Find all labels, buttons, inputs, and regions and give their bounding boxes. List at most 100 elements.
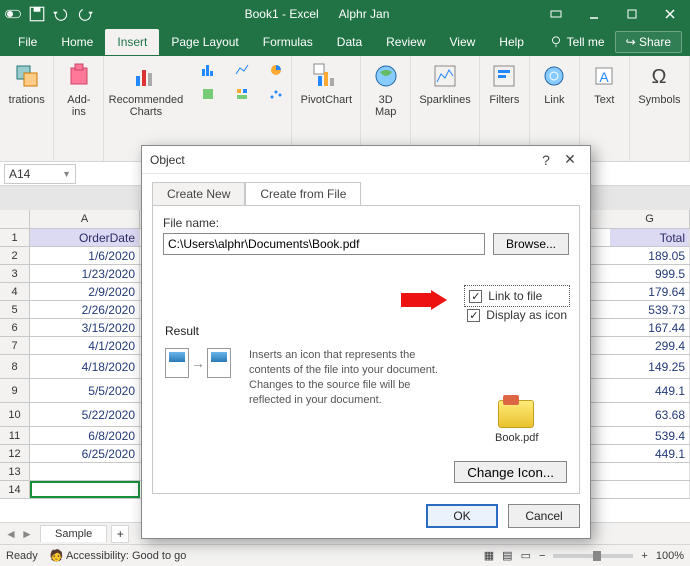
cell[interactable]: 3/15/2020 [30, 319, 140, 336]
zoom-out-icon[interactable]: − [539, 550, 545, 562]
row-header[interactable]: 3 [0, 265, 30, 282]
chart-type-map-icon[interactable] [193, 84, 223, 104]
view-page-layout-icon[interactable]: ▤ [502, 549, 512, 562]
ribbon-display-icon[interactable] [540, 2, 572, 26]
cell[interactable]: Total [610, 229, 690, 246]
ribbon-pivotchart[interactable]: PivotChart [297, 60, 356, 108]
dialog-tab-create-from-file[interactable]: Create from File [245, 182, 361, 205]
chart-type-scatter-icon[interactable] [261, 84, 291, 104]
view-page-break-icon[interactable]: ▭ [521, 549, 531, 562]
tab-view[interactable]: View [438, 29, 488, 55]
chart-type-pie-icon[interactable] [261, 60, 291, 80]
ribbon-sparklines[interactable]: Sparklines [415, 60, 474, 108]
name-box[interactable]: A14 ▼ [4, 164, 76, 184]
cell[interactable]: 6/25/2020 [30, 445, 140, 462]
add-sheet-icon[interactable]: + [111, 525, 129, 543]
view-normal-icon[interactable]: ▦ [484, 549, 494, 562]
cell[interactable]: 149.25 [610, 355, 690, 378]
cell[interactable] [30, 463, 140, 480]
row-header[interactable]: 6 [0, 319, 30, 336]
ribbon-illustrations[interactable]: trations [5, 60, 49, 108]
row-header[interactable]: 13 [0, 463, 30, 480]
tab-nav-prev-icon[interactable]: ◄ [4, 527, 18, 541]
tab-file[interactable]: File [6, 29, 49, 55]
cell[interactable]: 5/5/2020 [30, 379, 140, 402]
cell[interactable]: 539.73 [610, 301, 690, 318]
ribbon-recommended-charts[interactable]: Recommended Charts [105, 60, 188, 120]
zoom-slider[interactable] [553, 554, 633, 558]
tab-review[interactable]: Review [374, 29, 437, 55]
display-as-icon-checkbox[interactable]: ✓ Display as icon [467, 308, 567, 322]
zoom-in-icon[interactable]: + [641, 550, 647, 562]
sheet-tab[interactable]: Sample [40, 525, 107, 542]
cell[interactable]: 167.44 [610, 319, 690, 336]
tab-data[interactable]: Data [325, 29, 374, 55]
cell[interactable]: 4/1/2020 [30, 337, 140, 354]
col-header-g[interactable]: G [610, 210, 690, 228]
share-button[interactable]: ↪ Share [615, 31, 682, 53]
row-header[interactable]: 4 [0, 283, 30, 300]
change-icon-button[interactable]: Change Icon... [454, 461, 567, 483]
row-header[interactable]: 5 [0, 301, 30, 318]
cell[interactable]: 5/22/2020 [30, 403, 140, 426]
cell[interactable]: 63.68 [610, 403, 690, 426]
row-header[interactable]: 8 [0, 355, 30, 378]
ribbon-symbols[interactable]: Ω Symbols [634, 60, 684, 108]
minimize-icon[interactable] [578, 2, 610, 26]
cell[interactable]: 299.4 [610, 337, 690, 354]
row-header[interactable]: 14 [0, 481, 30, 498]
undo-icon[interactable] [52, 5, 70, 23]
ribbon-text[interactable]: A Text [586, 60, 622, 108]
cell[interactable]: 179.64 [610, 283, 690, 300]
cell[interactable]: 2/9/2020 [30, 283, 140, 300]
browse-button[interactable]: Browse... [493, 233, 569, 255]
filename-input[interactable] [163, 233, 485, 255]
row-header[interactable]: 1 [0, 229, 30, 246]
ribbon-3d-map[interactable]: 3D Map [368, 60, 404, 120]
tab-help[interactable]: Help [487, 29, 536, 55]
select-all-corner[interactable] [0, 210, 30, 228]
row-header[interactable]: 9 [0, 379, 30, 402]
maximize-icon[interactable] [616, 2, 648, 26]
chart-type-column-icon[interactable] [193, 60, 223, 80]
dialog-tab-create-new[interactable]: Create New [152, 182, 245, 205]
dialog-help-icon[interactable]: ? [534, 148, 558, 172]
tab-page-layout[interactable]: Page Layout [159, 29, 250, 55]
cell[interactable]: 999.5 [610, 265, 690, 282]
cell[interactable]: 449.1 [610, 379, 690, 402]
row-header[interactable]: 12 [0, 445, 30, 462]
tab-nav-next-icon[interactable]: ► [20, 527, 34, 541]
link-to-file-checkbox[interactable]: ✓ Link to file [467, 288, 567, 304]
chart-type-line-icon[interactable] [227, 60, 257, 80]
tab-formulas[interactable]: Formulas [251, 29, 325, 55]
cell[interactable] [610, 481, 690, 498]
cell[interactable]: 1/6/2020 [30, 247, 140, 264]
tell-me[interactable]: Tell me [549, 35, 605, 49]
autosave-toggle[interactable] [4, 5, 22, 23]
cancel-button[interactable]: Cancel [508, 504, 580, 528]
cell[interactable] [30, 481, 140, 498]
cell[interactable]: 4/18/2020 [30, 355, 140, 378]
tab-home[interactable]: Home [49, 29, 105, 55]
save-icon[interactable] [28, 5, 46, 23]
dialog-close-icon[interactable]: ✕ [558, 148, 582, 172]
redo-icon[interactable] [76, 5, 94, 23]
row-header[interactable]: 10 [0, 403, 30, 426]
ribbon-addins[interactable]: Add- ins [61, 60, 97, 120]
cell[interactable]: 449.1 [610, 445, 690, 462]
cell[interactable]: 6/8/2020 [30, 427, 140, 444]
cell[interactable]: 2/26/2020 [30, 301, 140, 318]
cell[interactable] [610, 463, 690, 480]
cell[interactable]: 189.05 [610, 247, 690, 264]
ribbon-filters[interactable]: Filters [485, 60, 523, 108]
cell[interactable]: 1/23/2020 [30, 265, 140, 282]
tab-insert[interactable]: Insert [105, 29, 159, 55]
close-icon[interactable] [654, 2, 686, 26]
cell[interactable]: 539.4 [610, 427, 690, 444]
row-header[interactable]: 2 [0, 247, 30, 264]
col-header-a[interactable]: A [30, 210, 140, 228]
cell[interactable]: OrderDate [30, 229, 140, 246]
ok-button[interactable]: OK [426, 504, 498, 528]
ribbon-link[interactable]: Link [536, 60, 572, 108]
row-header[interactable]: 11 [0, 427, 30, 444]
